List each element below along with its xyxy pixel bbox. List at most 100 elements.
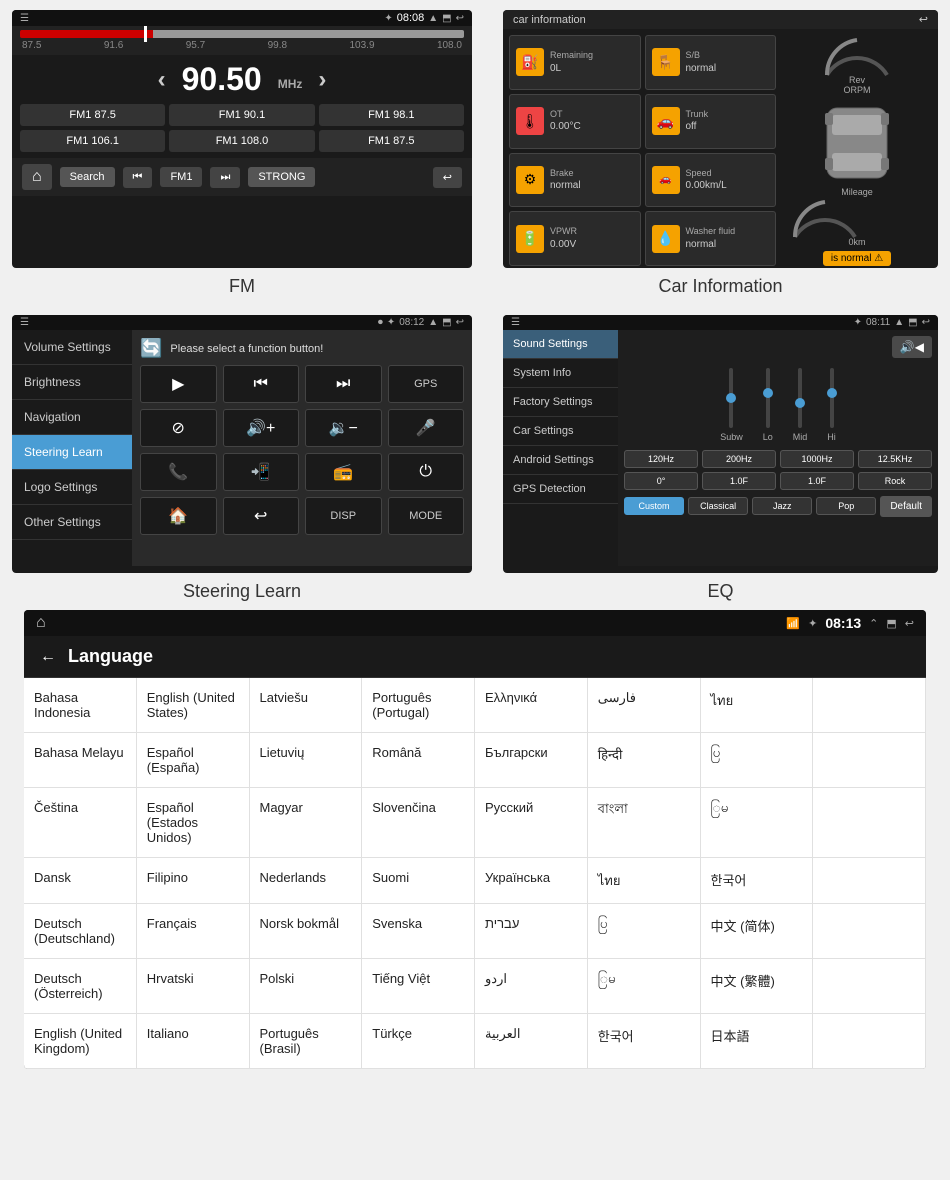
steering-sidebar-brightness[interactable]: Brightness — [12, 365, 132, 400]
steering-mute-btn[interactable]: ⊘ — [140, 409, 217, 447]
eq-menu-icon[interactable]: ☰ — [511, 317, 520, 328]
steering-sidebar-logo[interactable]: Logo Settings — [12, 470, 132, 505]
eq-freq-12500[interactable]: 12.5KHz — [858, 450, 932, 468]
lang-korean-2[interactable]: 한국어 — [588, 1014, 701, 1069]
lang-urdu[interactable]: اردو — [475, 959, 588, 1014]
fm-preset-6[interactable]: FM1 87.5 — [319, 130, 464, 152]
fm-fm1-button[interactable]: FM1 — [160, 167, 202, 187]
lang-romana[interactable]: Română — [362, 733, 475, 788]
eq-mode-classical[interactable]: Classical — [688, 497, 748, 515]
lang-nederlands[interactable]: Nederlands — [250, 858, 363, 904]
lang-filipino[interactable]: Filipino — [137, 858, 250, 904]
lang-tieng-viet[interactable]: Tiếng Việt — [362, 959, 475, 1014]
lang-francais[interactable]: Français — [137, 904, 250, 959]
fm-preset-3[interactable]: FM1 98.1 — [319, 104, 464, 126]
steering-prev-btn[interactable]: ⏮ — [223, 365, 300, 403]
lang-cestina[interactable]: Čeština — [24, 788, 137, 858]
steering-mic-btn[interactable]: 🎤 — [388, 409, 465, 447]
lang-burmese-2[interactable]: ပြ — [588, 904, 701, 959]
steering-refresh-icon[interactable]: 🔄 — [140, 338, 162, 359]
eq-default-button[interactable]: Default — [880, 496, 932, 517]
fm-slider-bar[interactable] — [20, 30, 464, 38]
steering-next-btn[interactable]: ⏭ — [305, 365, 382, 403]
eq-freq-120[interactable]: 120Hz — [624, 450, 698, 468]
lang-latviesu[interactable]: Latviešu — [250, 678, 363, 733]
eq-freq-1000[interactable]: 1000Hz — [780, 450, 854, 468]
eq-sidebar-android[interactable]: Android Settings — [503, 446, 618, 475]
eq-sidebar-system[interactable]: System Info — [503, 359, 618, 388]
steering-sidebar-volume[interactable]: Volume Settings — [12, 330, 132, 365]
steering-sidebar-other[interactable]: Other Settings — [12, 505, 132, 540]
lang-korean[interactable]: 한국어 — [701, 858, 814, 904]
fm-preset-4[interactable]: FM1 106.1 — [20, 130, 165, 152]
lang-arabic[interactable]: العربية — [475, 1014, 588, 1069]
lang-japanese[interactable]: 日本語 — [701, 1014, 814, 1069]
lang-hrvatski[interactable]: Hrvatski — [137, 959, 250, 1014]
lang-svenska[interactable]: Svenska — [362, 904, 475, 959]
lang-thai[interactable]: ไทย — [701, 678, 814, 733]
lang-thai-2[interactable]: ไทย — [588, 858, 701, 904]
lang-hindi[interactable]: हिन्दी — [588, 733, 701, 788]
fm-home-button[interactable]: ⌂ — [22, 164, 52, 190]
steering-disp-btn[interactable]: DISP — [305, 497, 382, 535]
lang-home-icon[interactable]: ⌂ — [36, 614, 46, 632]
steering-vol-down-btn[interactable]: 🔉− — [305, 409, 382, 447]
lang-ukrainian[interactable]: Українська — [475, 858, 588, 904]
eq-mode-pop[interactable]: Pop — [816, 497, 876, 515]
eq-mode-jazz[interactable]: Jazz — [752, 497, 812, 515]
car-back-icon[interactable]: ↩ — [919, 13, 928, 26]
lang-deutsch-de[interactable]: Deutsch (Deutschland) — [24, 904, 137, 959]
eq-mode-custom[interactable]: Custom — [624, 497, 684, 515]
lang-chinese-simplified[interactable]: 中文 (简体) — [701, 904, 814, 959]
lang-italiano[interactable]: Italiano — [137, 1014, 250, 1069]
steering-phone-btn[interactable]: 📞 — [140, 453, 217, 491]
lang-portugues-br[interactable]: Português (Brasil) — [250, 1014, 363, 1069]
lang-myanmar-2[interactable]: ြမ — [588, 959, 701, 1014]
eq-back-icon[interactable]: ↩ — [922, 317, 930, 328]
eq-track-mid[interactable] — [798, 368, 802, 428]
lang-english-us[interactable]: English (United States) — [137, 678, 250, 733]
steering-back-icon[interactable]: ↩ — [456, 317, 464, 328]
lang-bahasa-indonesia[interactable]: Bahasa Indonesia — [24, 678, 137, 733]
eq-freq-200[interactable]: 200Hz — [702, 450, 776, 468]
lang-greek[interactable]: Ελληνικά — [475, 678, 588, 733]
fm-preset-1[interactable]: FM1 87.5 — [20, 104, 165, 126]
steering-play-btn[interactable]: ▶ — [140, 365, 217, 403]
eq-val-1f2[interactable]: 1.0F — [780, 472, 854, 490]
lang-norsk[interactable]: Norsk bokmål — [250, 904, 363, 959]
eq-sidebar-factory[interactable]: Factory Settings — [503, 388, 618, 417]
fm-back-button[interactable]: ↩ — [433, 167, 462, 188]
lang-dansk[interactable]: Dansk — [24, 858, 137, 904]
fm-prev-button[interactable]: ⏮ — [123, 167, 153, 188]
fm-next-button[interactable]: ⏭ — [210, 167, 240, 188]
eq-track-subw[interactable] — [729, 368, 733, 428]
lang-magyar[interactable]: Magyar — [250, 788, 363, 858]
fm-preset-5[interactable]: FM1 108.0 — [169, 130, 314, 152]
steering-menu-icon[interactable]: ☰ — [20, 317, 29, 328]
fm-strong-button[interactable]: STRONG — [248, 167, 315, 187]
eq-val-rock[interactable]: Rock — [858, 472, 932, 490]
steering-home-btn[interactable]: 🏠 — [140, 497, 217, 535]
fm-preset-2[interactable]: FM1 90.1 — [169, 104, 314, 126]
fm-menu-icon[interactable]: ☰ — [20, 13, 29, 24]
eq-toggle-button[interactable]: 🔊◀ — [892, 336, 932, 358]
steering-sidebar-steering[interactable]: Steering Learn — [12, 435, 132, 470]
lang-bulgarian[interactable]: Български — [475, 733, 588, 788]
lang-bahasa-melayu[interactable]: Bahasa Melayu — [24, 733, 137, 788]
eq-track-hi[interactable] — [830, 368, 834, 428]
lang-back-icon[interactable]: ↩ — [905, 617, 914, 630]
steering-phone2-btn[interactable]: 📲 — [223, 453, 300, 491]
lang-slovencina[interactable]: Slovenčina — [362, 788, 475, 858]
lang-lietuviu[interactable]: Lietuvių — [250, 733, 363, 788]
lang-burmese[interactable]: ပြ — [701, 733, 814, 788]
lang-english-uk[interactable]: English (United Kingdom) — [24, 1014, 137, 1069]
fm-prev-arrow[interactable]: ‹ — [158, 66, 166, 94]
steering-vol-up-btn[interactable]: 🔊+ — [223, 409, 300, 447]
steering-power-btn[interactable]: ⏻ — [388, 453, 465, 491]
eq-sidebar-sound[interactable]: Sound Settings — [503, 330, 618, 359]
lang-turkce[interactable]: Türkçe — [362, 1014, 475, 1069]
lang-bengali[interactable]: বাংলা — [588, 788, 701, 858]
lang-farsi[interactable]: فارسی — [588, 678, 701, 733]
eq-sidebar-gps[interactable]: GPS Detection — [503, 475, 618, 504]
lang-back-button[interactable]: ← — [40, 648, 56, 666]
